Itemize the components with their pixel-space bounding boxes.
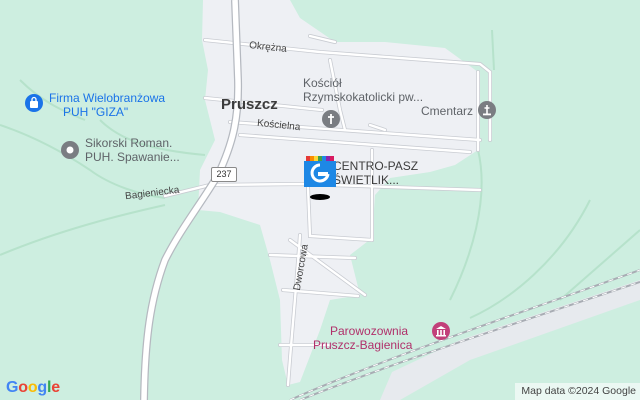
poi-label: Sikorski Roman.: [85, 136, 173, 150]
place-icon: [61, 141, 79, 159]
poi-label-line2: Rzymskokatolicki pw...: [303, 90, 424, 104]
poi-label-line2: Pruszcz-Bagienica: [313, 338, 413, 352]
field-path: [491, 29, 495, 71]
town-label: Pruszcz: [221, 96, 278, 113]
poi-label-line2: PUH "GIZA": [63, 105, 129, 119]
field-path: [0, 204, 166, 256]
museum-icon: [432, 322, 450, 340]
field-path: [469, 199, 591, 319]
poi-label: Firma Wielobranżowa: [49, 91, 166, 105]
map-canvas[interactable]: Pruszcz Okrężna Kościelna Bagieniecka Dw…: [0, 0, 640, 400]
business-marker-icon: [304, 156, 336, 187]
shopping-bag-icon: [25, 94, 43, 112]
google-logo[interactable]: Google: [6, 379, 60, 397]
google-logo-text: Google: [6, 379, 60, 396]
field-path: [449, 149, 483, 301]
church-icon: [322, 110, 340, 128]
poi-label: Parowozownia: [330, 324, 409, 338]
poi-label-line2: ŚWIETLIK...: [333, 173, 400, 187]
poi-label: Cmentarz: [421, 104, 474, 118]
marker-shadow: [310, 194, 330, 200]
map-attribution[interactable]: Map data ©2024 Google: [515, 383, 640, 400]
cemetery-icon: [478, 101, 496, 119]
poi-label: Kościół: [303, 76, 342, 90]
poi-label: CENTRO-PASZ: [333, 159, 419, 173]
town-area-south: [380, 280, 640, 400]
poi-label-line2: PUH. Spawanie...: [85, 150, 180, 164]
road-shield-237: 237: [211, 167, 237, 182]
